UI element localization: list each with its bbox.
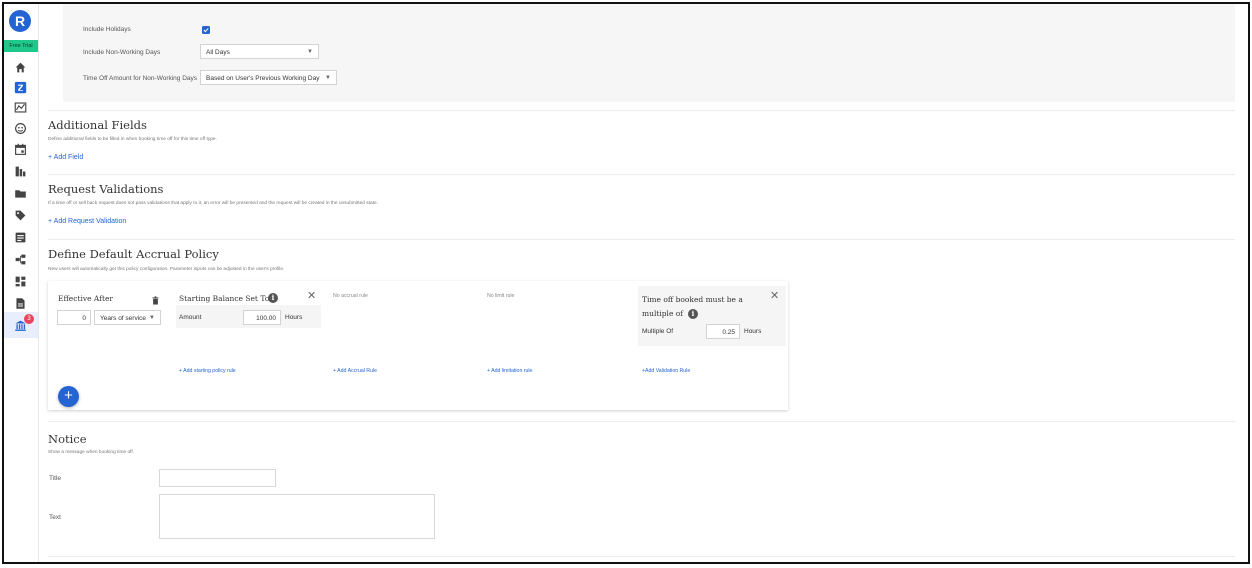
no-limit-rule-note: No limit rule — [487, 293, 515, 299]
analytics-icon[interactable] — [13, 100, 27, 114]
accrual-policy-title: Define Default Accrual Policy — [48, 247, 219, 261]
info-icon[interactable]: i — [268, 293, 278, 303]
additional-fields-title: Additional Fields — [48, 118, 147, 132]
starting-balance-unit: Hours — [285, 314, 303, 321]
sidebar: R Free Trial 3 — [4, 4, 39, 562]
section-divider — [48, 239, 1235, 240]
chevron-down-icon: ▼ — [325, 75, 331, 81]
time-off-amount-select[interactable]: Based on User's Previous Working Day ▼ — [200, 70, 337, 85]
notice-title: Notice — [48, 432, 87, 446]
add-limitation-rule-link[interactable]: + Add limitation rule — [487, 368, 532, 374]
non-working-days-select[interactable]: All Days ▼ — [200, 44, 319, 59]
multiple-of-label: Multiple Of — [642, 328, 674, 335]
checkmark-icon — [203, 28, 209, 33]
request-validations-description: If a time off or sell back request does … — [48, 201, 379, 206]
notice-text-area[interactable] — [159, 494, 435, 539]
chevron-down-icon: ▼ — [149, 315, 155, 321]
starting-balance-input[interactable]: 100.00 — [243, 310, 281, 325]
accrual-policy-card: Effective After 0 Years of service ▼ Sta… — [48, 281, 788, 410]
close-icon[interactable]: ✕ — [307, 291, 316, 302]
multiple-of-input[interactable]: 0.25 — [706, 324, 740, 339]
notice-title-label: Title — [49, 475, 62, 482]
notice-title-input[interactable] — [159, 469, 276, 487]
dashboard-icon[interactable] — [13, 274, 27, 288]
effective-after-heading: Effective After — [58, 294, 114, 303]
validation-heading-line1: Time off booked must be a — [642, 295, 743, 304]
notification-badge: 3 — [24, 314, 34, 324]
free-trial-badge[interactable]: Free Trial — [4, 40, 38, 52]
no-accrual-rule-note: No accrual rule — [333, 293, 368, 299]
non-working-days-value: All Days — [206, 49, 230, 56]
app-window: R Free Trial 3 Include Holidays Include … — [2, 2, 1250, 564]
multiple-of-unit: Hours — [744, 328, 762, 335]
list-icon[interactable] — [13, 230, 27, 244]
add-accrual-rule-link[interactable]: + Add Accrual Rule — [333, 368, 377, 374]
effective-after-input[interactable]: 0 — [57, 310, 91, 325]
zoho-app-icon[interactable] — [13, 80, 27, 94]
additional-fields-description: Define additional fields to be filled in… — [48, 137, 217, 142]
calendar-icon[interactable] — [13, 142, 27, 156]
add-policy-button[interactable]: + — [58, 386, 79, 407]
add-request-validation-link[interactable]: + Add Request Validation — [48, 218, 126, 225]
folder-icon[interactable] — [13, 186, 27, 200]
close-icon[interactable]: ✕ — [770, 291, 779, 302]
include-holidays-label: Include Holidays — [83, 26, 131, 33]
section-divider — [48, 110, 1235, 111]
add-field-link[interactable]: + Add Field — [48, 154, 83, 161]
time-off-amount-label: Time Off Amount for Non-Working Days — [83, 75, 198, 82]
notice-description: Show a message when booking time off. — [48, 450, 135, 455]
effective-after-unit: Years of service — [100, 315, 147, 322]
reports-icon[interactable] — [13, 164, 27, 178]
include-holidays-checkbox[interactable] — [202, 26, 210, 34]
app-logo[interactable]: R — [9, 10, 31, 32]
add-validation-rule-link[interactable]: +Add Validation Rule — [642, 368, 690, 374]
validation-heading-line2: multiple of — [642, 309, 684, 318]
main-content: Include Holidays Include Non-Working Day… — [39, 4, 1246, 562]
effective-after-unit-select[interactable]: Years of service ▼ — [94, 310, 161, 325]
home-icon[interactable] — [13, 60, 27, 74]
section-divider — [48, 556, 1235, 557]
info-icon[interactable]: i — [688, 309, 698, 319]
time-off-icon[interactable] — [13, 121, 27, 135]
tag-icon[interactable] — [13, 208, 27, 222]
amount-label: Amount — [179, 314, 202, 321]
notice-text-label: Text — [49, 514, 61, 521]
trash-icon[interactable] — [152, 292, 159, 305]
section-divider — [48, 421, 1235, 422]
document-icon[interactable] — [13, 296, 27, 310]
accrual-policy-description: New users will automatically get this po… — [48, 267, 285, 272]
org-chart-icon[interactable] — [13, 252, 27, 266]
non-working-days-label: Include Non-Working Days — [83, 49, 161, 56]
starting-balance-heading: Starting Balance Set To — [179, 294, 270, 303]
time-off-amount-value: Based on User's Previous Working Day — [206, 75, 320, 82]
request-validations-title: Request Validations — [48, 182, 164, 196]
section-divider — [48, 174, 1235, 175]
chevron-down-icon: ▼ — [307, 49, 313, 55]
add-starting-policy-rule-link[interactable]: + Add starting policy rule — [179, 368, 236, 374]
